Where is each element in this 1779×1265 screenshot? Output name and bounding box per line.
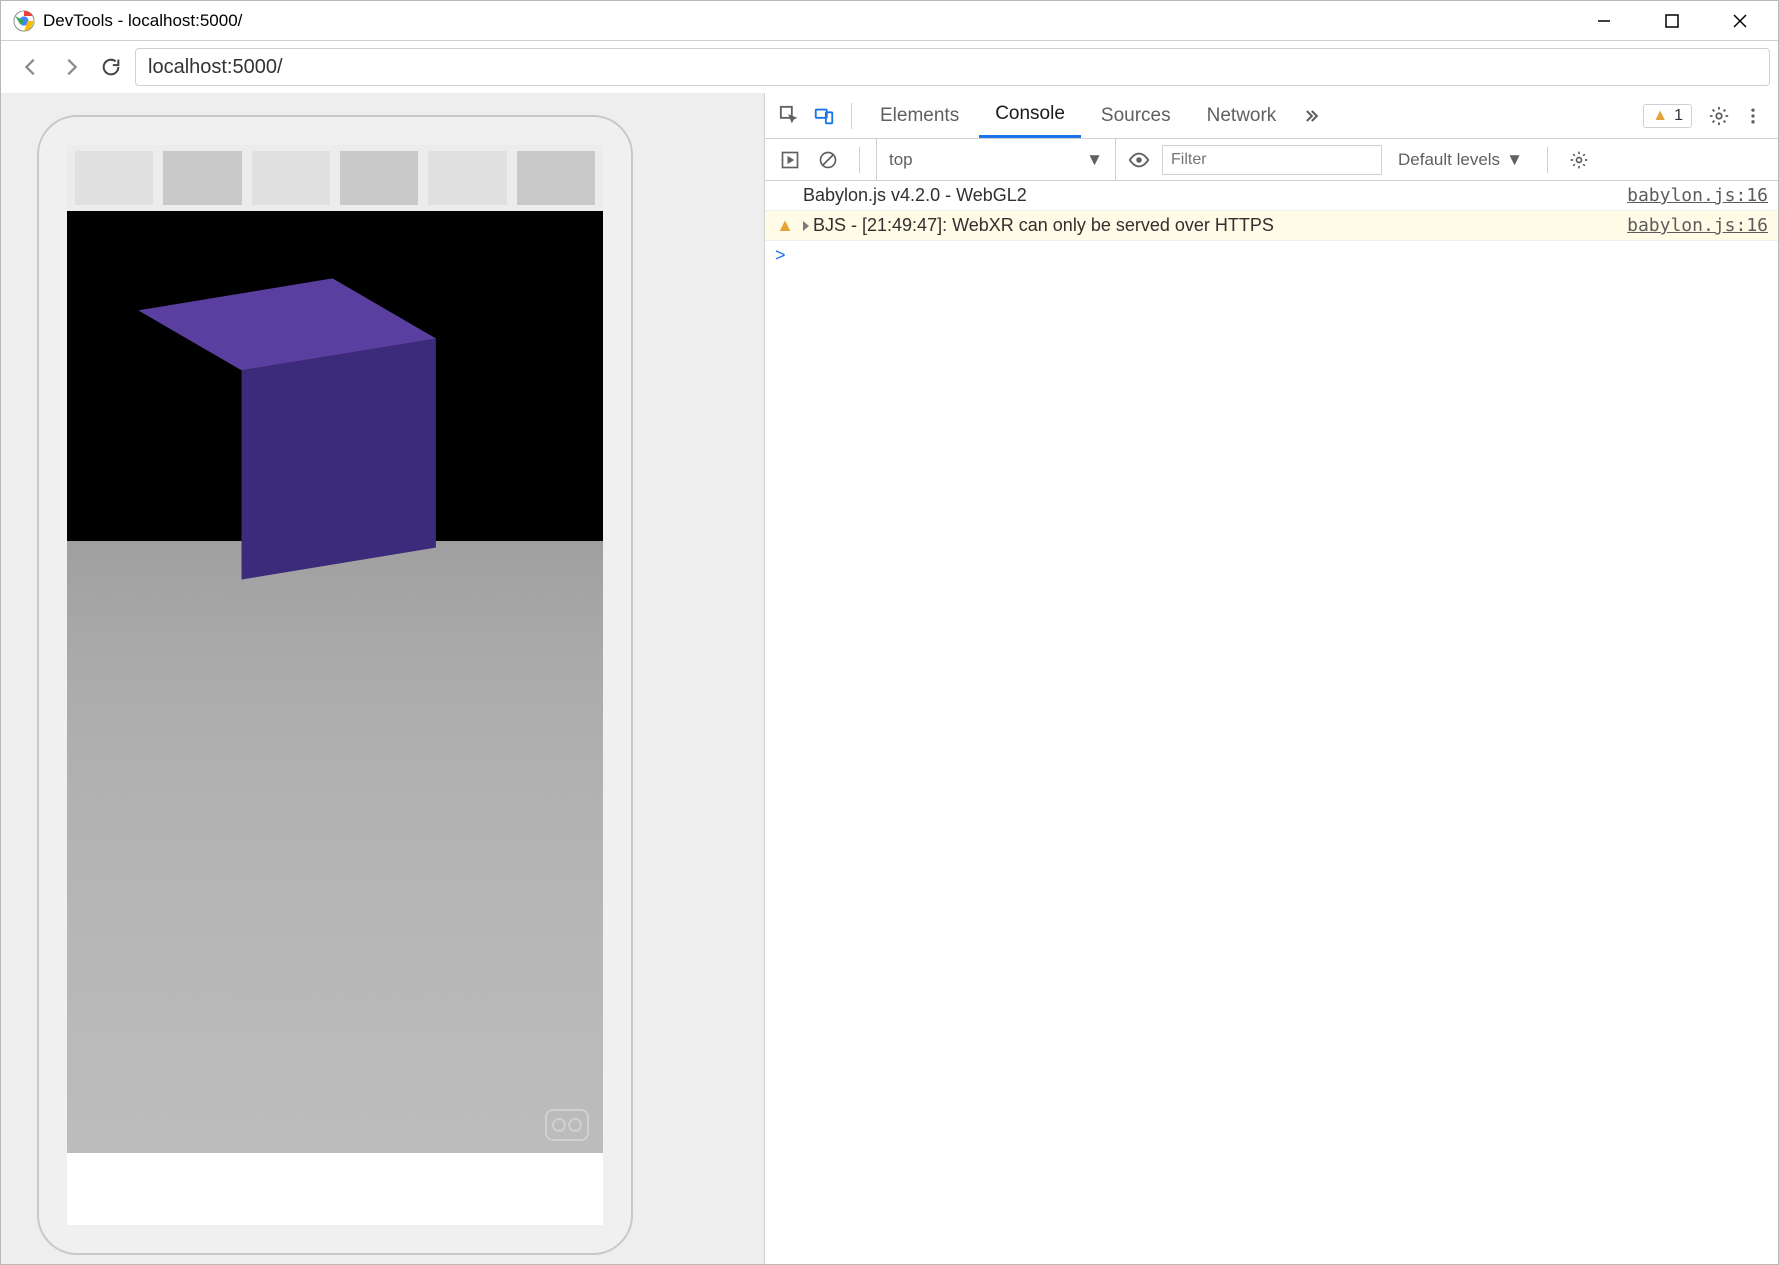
toolbar-slot — [252, 151, 330, 205]
warning-count: 1 — [1674, 107, 1683, 125]
kebab-menu-icon[interactable] — [1738, 101, 1768, 131]
tab-sources[interactable]: Sources — [1085, 93, 1187, 138]
close-button[interactable] — [1720, 5, 1760, 37]
console-output[interactable]: Babylon.js v4.2.0 - WebGL2 babylon.js:16… — [765, 181, 1778, 1264]
device-viewport-pane — [1, 93, 765, 1264]
tab-label: Sources — [1101, 105, 1171, 127]
settings-gear-icon[interactable] — [1704, 101, 1734, 131]
page-toolbar — [67, 145, 603, 211]
console-message[interactable]: ▲ BJS - [21:49:47]: WebXR can only be se… — [765, 211, 1778, 241]
console-message[interactable]: Babylon.js v4.2.0 - WebGL2 babylon.js:16 — [765, 181, 1778, 211]
warning-icon: ▲ — [775, 215, 795, 236]
toolbar-slot — [428, 151, 506, 205]
toolbar-slot — [517, 151, 595, 205]
ground-plane — [67, 541, 603, 1153]
separator — [851, 103, 852, 129]
toolbar-slot — [340, 151, 418, 205]
device-frame — [37, 115, 633, 1255]
cube-mesh — [190, 308, 384, 549]
warning-icon: ▲ — [1652, 107, 1668, 125]
toolbar-slot — [75, 151, 153, 205]
page-footer — [67, 1153, 603, 1225]
tab-elements[interactable]: Elements — [864, 93, 975, 138]
eye-icon[interactable] — [1124, 145, 1154, 175]
message-source-link[interactable]: babylon.js:16 — [1627, 215, 1768, 236]
webgl-canvas[interactable] — [67, 211, 603, 1153]
play-icon[interactable] — [775, 145, 805, 175]
context-label: top — [889, 150, 913, 170]
separator — [859, 147, 860, 173]
address-row: localhost:5000/ — [1, 41, 1778, 93]
log-levels-select[interactable]: Default levels ▼ — [1390, 150, 1531, 170]
console-settings-gear-icon[interactable] — [1564, 145, 1594, 175]
message-text: Babylon.js v4.2.0 - WebGL2 — [803, 185, 1619, 206]
devtools-panel: Elements Console Sources Network ▲ 1 top — [765, 93, 1778, 1264]
warnings-badge[interactable]: ▲ 1 — [1643, 104, 1692, 128]
url-text: localhost:5000/ — [148, 56, 283, 79]
tab-label: Console — [995, 103, 1065, 125]
clear-console-icon[interactable] — [813, 145, 843, 175]
disclosure-triangle-icon[interactable] — [803, 221, 809, 231]
reload-button[interactable] — [95, 51, 127, 83]
back-button[interactable] — [15, 51, 47, 83]
maximize-button[interactable] — [1652, 5, 1692, 37]
devtools-tabs: Elements Console Sources Network ▲ 1 — [765, 93, 1778, 139]
forward-button[interactable] — [55, 51, 87, 83]
vr-headset-icon[interactable] — [545, 1109, 589, 1141]
url-input[interactable]: localhost:5000/ — [135, 48, 1770, 86]
content-split: Elements Console Sources Network ▲ 1 top — [1, 93, 1778, 1264]
devtools-window: DevTools - localhost:5000/ localhost:500… — [0, 0, 1779, 1265]
inspect-element-icon[interactable] — [775, 101, 805, 131]
context-select[interactable]: top ▼ — [876, 139, 1116, 180]
filter-input[interactable] — [1162, 145, 1382, 175]
more-tabs-icon[interactable] — [1296, 101, 1326, 131]
separator — [1547, 147, 1548, 173]
window-buttons — [1584, 5, 1774, 37]
console-prompt[interactable]: > — [765, 241, 1778, 270]
message-source-link[interactable]: babylon.js:16 — [1627, 185, 1768, 206]
titlebar: DevTools - localhost:5000/ — [1, 1, 1778, 41]
minimize-button[interactable] — [1584, 5, 1624, 37]
console-controls: top ▼ Default levels ▼ — [765, 139, 1778, 181]
tab-label: Elements — [880, 105, 959, 127]
chevron-down-icon: ▼ — [1506, 150, 1523, 170]
toolbar-slot — [163, 151, 241, 205]
chevron-down-icon: ▼ — [1086, 150, 1103, 170]
tab-label: Network — [1207, 105, 1277, 127]
tab-console[interactable]: Console — [979, 93, 1081, 138]
levels-label: Default levels — [1398, 150, 1500, 170]
message-text: BJS - [21:49:47]: WebXR can only be serv… — [803, 215, 1619, 236]
tab-network[interactable]: Network — [1191, 93, 1293, 138]
device-screen[interactable] — [67, 145, 603, 1225]
chrome-icon — [13, 10, 35, 32]
toggle-device-icon[interactable] — [809, 101, 839, 131]
prompt-symbol: > — [775, 245, 786, 265]
window-title: DevTools - localhost:5000/ — [43, 11, 1584, 31]
